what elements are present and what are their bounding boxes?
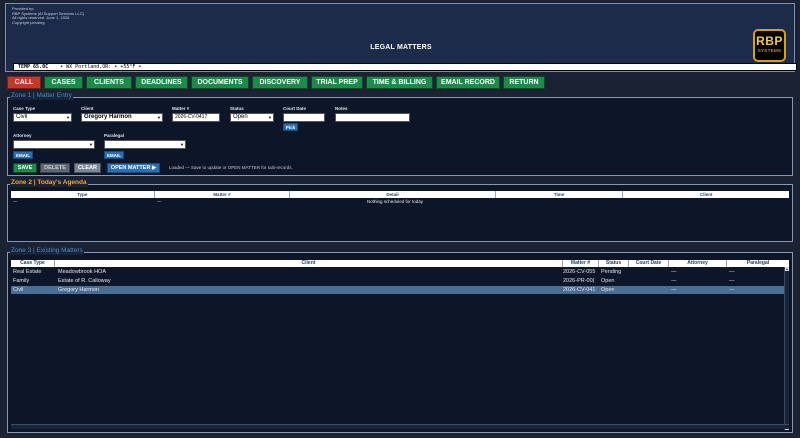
rbp-logo: RBP SYSTEMS [753,29,786,62]
open-matter-button[interactable]: OPEN MATTER ▶ [107,163,160,173]
attorney-label: Attorney [13,133,32,138]
deadlines-button[interactable]: DEADLINES [135,76,188,89]
agenda-empty-row: — — Nothing scheduled for today [13,199,424,204]
app-header: Provided by: RBP Systems (Al Support Ser… [5,3,797,72]
table-row-selected[interactable]: Civil Gregory Harmon 2026-CV-041 Open — … [11,286,789,294]
pick-date-button[interactable]: Pick [283,123,298,131]
horizontal-scrollbar[interactable] [11,424,789,429]
chevron-down-icon: ▼ [157,115,161,120]
zone1-legend: Zone 1 | Matter Entry [10,92,73,100]
provided-by-text: Provided by: RBP Systems (Al Support Ser… [12,6,84,25]
clear-button[interactable]: CLEAR [74,163,101,173]
matters-col-matter[interactable]: Matter # [563,260,599,267]
matter-number-label: Matter # [172,106,190,111]
matters-col-client[interactable]: Client [55,260,563,267]
paralegal-label: Paralegal [104,133,125,138]
agenda-col-client[interactable]: Client [623,191,789,198]
chevron-down-icon: ▼ [268,115,272,120]
matter-entry-zone: Zone 1 | Matter Entry Case Type Civil ▼ C… [7,92,793,176]
attorney-email-button[interactable]: EMAIL [13,151,33,159]
call-button[interactable]: CALL [7,76,41,89]
email-record-button[interactable]: EMAIL RECORD [436,76,500,89]
chevron-down-icon: ▼ [89,142,93,147]
discovery-button[interactable]: DISCOVERY [252,76,308,89]
court-date-label: Court Date [283,106,307,111]
client-label: Client [81,106,94,111]
temp-readout: TEMP 65.0C [18,64,49,70]
matters-header: Case Type Client Matter # Status Court D… [11,260,789,267]
return-button[interactable]: RETURN [503,76,545,89]
status-label: Status [230,106,244,111]
cases-button[interactable]: CASES [44,76,83,89]
status-message: Loaded — Save to update or OPEN MATTER f… [169,165,293,170]
trial-prep-button[interactable]: TRIAL PREP [311,76,363,89]
save-button[interactable]: SAVE [13,163,37,173]
agenda-col-time[interactable]: Time [496,191,624,198]
case-type-select[interactable]: Civil ▼ [13,113,72,122]
delete-button[interactable]: DELETE [40,163,70,173]
chevron-down-icon: ▼ [66,115,70,120]
paralegal-email-button[interactable]: EMAIL [104,151,124,159]
table-row[interactable]: Family Estate of R. Calloway 2026-PR-00(… [11,277,789,285]
weather-readout: • WX Portland,OR: • +55°F • [60,64,142,70]
zone2-legend: Zone 2 | Today's Agenda [10,179,88,187]
matters-col-attorney[interactable]: Attorney [669,260,727,267]
time-billing-button[interactable]: TIME & BILLING [366,76,433,89]
status-select[interactable]: Open ▼ [230,113,274,122]
documents-button[interactable]: DOCUMENTS [191,76,249,89]
chevron-down-icon: ▼ [180,142,184,147]
paralegal-select[interactable]: ▼ [104,140,186,149]
agenda-zone: Zone 2 | Today's Agenda Type Matter # De… [7,179,793,242]
matters-col-status[interactable]: Status [599,260,629,267]
agenda-col-matter[interactable]: Matter # [155,191,291,198]
notes-input[interactable] [335,113,410,122]
main-nav: CALL CASES CLIENTS DEADLINES DOCUMENTS D… [7,76,545,89]
status-ticker: TEMP 65.0C • WX Portland,OR: • +55°F • [13,63,797,71]
scroll-up-icon[interactable]: ▲ [785,267,789,271]
matters-col-court-date[interactable]: Court Date [629,260,669,267]
agenda-header: Type Matter # Detail Time Client [11,191,789,198]
clients-button[interactable]: CLIENTS [86,76,132,89]
agenda-col-detail[interactable]: Detail [290,191,496,198]
vertical-scrollbar[interactable]: ▲ ▼ [784,267,789,430]
court-date-input[interactable] [283,113,325,122]
table-row[interactable]: Real Estate Meadowbrook HOA 2026-CV-055 … [11,268,789,276]
matters-col-paralegal[interactable]: Paralegal [727,260,789,267]
zone3-legend: Zone 3 | Existing Matters [10,247,84,255]
agenda-col-type[interactable]: Type [11,191,155,198]
case-type-label: Case Type [13,106,36,111]
existing-matters-zone: Zone 3 | Existing Matters Case Type Clie… [7,247,793,433]
page-title: LEGAL MATTERS [370,44,432,51]
notes-label: Notes [335,106,348,111]
matters-col-case-type[interactable]: Case Type [11,260,55,267]
matter-number-input[interactable]: 2026-CV-0417 [172,113,220,122]
attorney-select[interactable]: ▼ [13,140,95,149]
client-select[interactable]: Gregory Harmon ▼ [81,113,163,122]
